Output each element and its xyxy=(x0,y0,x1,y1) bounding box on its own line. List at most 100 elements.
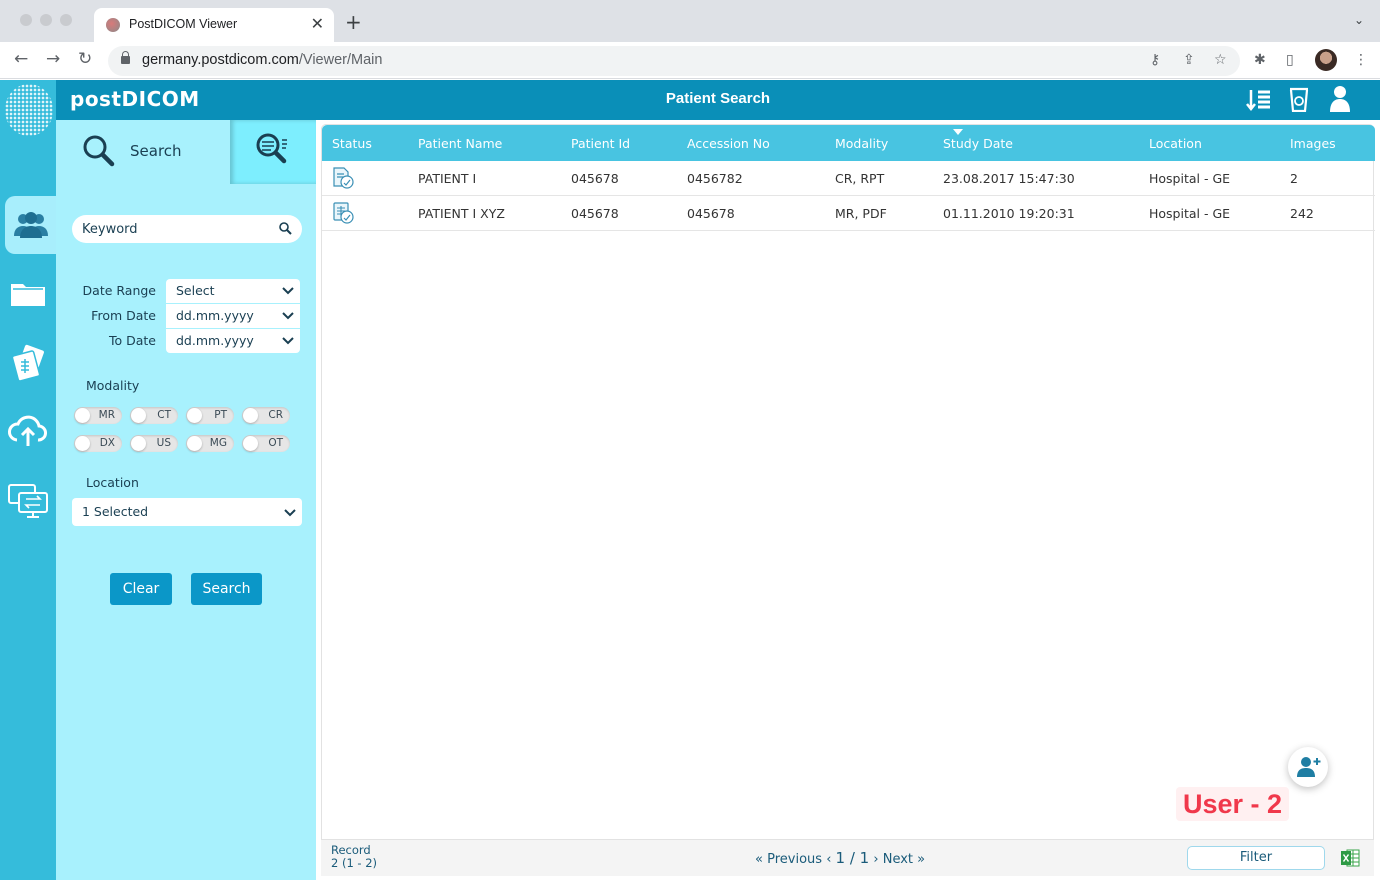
reload-icon[interactable]: ↻ xyxy=(78,50,92,68)
url-text[interactable]: germany.postdicom.com/Viewer/Main xyxy=(142,52,382,68)
cell-patient-id: 045678 xyxy=(571,206,619,221)
tab-search[interactable]: Search xyxy=(56,120,230,184)
back-icon[interactable]: ← xyxy=(14,50,28,68)
next-page-icon[interactable]: › xyxy=(873,852,878,867)
tab-search-chevron-icon[interactable]: ⌄ xyxy=(1354,13,1364,27)
browser-tab[interactable]: PostDICOM Viewer ✕ xyxy=(94,8,334,42)
profile-avatar[interactable] xyxy=(1315,49,1337,71)
modality-toggle-cr[interactable]: CR xyxy=(242,407,290,424)
rail-item-transfer[interactable] xyxy=(0,472,56,530)
tab-title: PostDICOM Viewer xyxy=(129,17,238,31)
recycle-bin-icon[interactable] xyxy=(1289,86,1309,116)
address-bar[interactable]: germany.postdicom.com/Viewer/Main ⚷ ⇪ ☆ xyxy=(108,46,1240,76)
column-header-status[interactable]: Status xyxy=(332,136,372,151)
xray-cards-icon xyxy=(11,344,44,382)
prev-page-icon[interactable]: ‹ xyxy=(826,852,831,867)
cell-patient-id: 045678 xyxy=(571,171,619,186)
table-footer: Record 2 (1 - 2) « Previous ‹ 1 / 1 › Ne… xyxy=(321,840,1374,876)
rail-item-studies[interactable] xyxy=(0,334,56,392)
browser-tabstrip: PostDICOM Viewer ✕ + ⌄ xyxy=(0,0,1380,42)
add-user-button[interactable] xyxy=(1288,747,1328,787)
chevron-down-icon xyxy=(282,287,294,295)
window-minimize-dot[interactable] xyxy=(40,14,52,26)
search-magnifier-icon xyxy=(83,135,115,167)
image-status-icon xyxy=(333,202,354,224)
rail-item-folders[interactable] xyxy=(0,264,56,322)
results-table: Status Patient Name Patient Id Accession… xyxy=(321,124,1375,840)
modality-toggle-pt[interactable]: PT xyxy=(186,407,234,424)
table-row[interactable]: PATIENT I 045678 0456782 CR, RPT 23.08.2… xyxy=(322,161,1375,196)
window-zoom-dot[interactable] xyxy=(60,14,72,26)
side-panel-icon[interactable]: ▯ xyxy=(1286,52,1294,68)
patients-icon xyxy=(13,212,48,238)
rail-item-upload[interactable] xyxy=(0,402,56,460)
modality-toggle-ot[interactable]: OT xyxy=(242,435,290,452)
column-header-patient-name[interactable]: Patient Name xyxy=(418,136,502,151)
page-indicator: 1 / 1 xyxy=(835,849,870,867)
to-date-label: To Date xyxy=(108,333,156,348)
modality-toggle-mg[interactable]: MG xyxy=(186,435,234,452)
search-button[interactable]: Search xyxy=(191,573,262,605)
rail-item-patients[interactable] xyxy=(5,196,56,254)
sort-list-icon[interactable] xyxy=(1246,88,1272,116)
password-key-icon[interactable]: ⚷ xyxy=(1150,52,1160,68)
table-row[interactable]: PATIENT I XYZ 045678 045678 MR, PDF 01.1… xyxy=(322,196,1375,231)
clear-button[interactable]: Clear xyxy=(110,573,172,605)
to-date-row: To Date dd.mm.yyyy xyxy=(56,329,316,353)
previous-page-link[interactable]: Previous xyxy=(767,852,822,867)
new-tab-icon[interactable]: + xyxy=(345,12,362,32)
cell-study-date: 23.08.2017 15:47:30 xyxy=(943,171,1075,186)
postdicom-app: postDICOM Patient Search Search Keyword … xyxy=(0,80,1380,880)
transfer-screens-icon xyxy=(8,484,48,518)
location-select[interactable]: 1 Selected xyxy=(72,498,302,526)
filter-button[interactable]: Filter xyxy=(1187,846,1325,870)
cell-accession-no: 0456782 xyxy=(687,171,743,186)
bookmark-star-icon[interactable]: ☆ xyxy=(1214,52,1227,68)
cell-modality: MR, PDF xyxy=(835,206,887,221)
extensions-icon[interactable]: ✱ xyxy=(1254,52,1266,68)
forward-icon[interactable]: → xyxy=(46,50,60,68)
keyword-input[interactable] xyxy=(82,220,272,238)
column-header-accession-no[interactable]: Accession No xyxy=(687,136,770,151)
excel-export-icon[interactable] xyxy=(1340,848,1360,868)
cell-images: 2 xyxy=(1290,171,1298,186)
from-date-picker[interactable]: dd.mm.yyyy xyxy=(166,304,300,328)
next-page-link[interactable]: Next xyxy=(883,852,913,867)
chevron-down-icon xyxy=(284,509,296,517)
modality-toggle-mr[interactable]: MR xyxy=(74,407,122,424)
to-date-picker[interactable]: dd.mm.yyyy xyxy=(166,329,300,353)
favicon-icon xyxy=(106,18,120,32)
modality-label: Modality xyxy=(86,378,140,393)
keyword-search-field[interactable] xyxy=(72,215,302,243)
column-header-patient-id[interactable]: Patient Id xyxy=(571,136,630,151)
folder-icon xyxy=(11,284,45,306)
last-page-icon[interactable]: » xyxy=(917,852,925,867)
browser-menu-icon[interactable]: ⋮ xyxy=(1354,52,1368,68)
tab-advanced-search[interactable] xyxy=(230,120,316,184)
share-icon[interactable]: ⇪ xyxy=(1183,52,1195,68)
modality-toggle-dx[interactable]: DX xyxy=(74,435,122,452)
column-header-location[interactable]: Location xyxy=(1149,136,1202,151)
cell-patient-name: PATIENT I XYZ xyxy=(418,206,505,221)
sort-descending-icon xyxy=(953,129,963,135)
column-header-images[interactable]: Images xyxy=(1290,136,1336,151)
chevron-down-icon xyxy=(282,337,294,345)
column-header-study-date[interactable]: Study Date xyxy=(943,136,1013,151)
close-tab-icon[interactable]: ✕ xyxy=(311,14,324,33)
add-user-icon xyxy=(1297,757,1321,777)
from-date-row: From Date dd.mm.yyyy xyxy=(56,304,316,328)
modality-toggle-us[interactable]: US xyxy=(130,435,178,452)
date-range-select[interactable]: Select xyxy=(166,279,300,303)
window-close-dot[interactable] xyxy=(20,14,32,26)
cell-images: 242 xyxy=(1290,206,1314,221)
user-account-icon[interactable] xyxy=(1329,85,1351,117)
search-panel: Search Date Range Select From Date dd.mm… xyxy=(56,120,316,880)
column-header-modality[interactable]: Modality xyxy=(835,136,888,151)
first-page-icon[interactable]: « xyxy=(755,852,763,867)
chevron-down-icon xyxy=(282,312,294,320)
modality-toggle-ct[interactable]: CT xyxy=(130,407,178,424)
cell-study-date: 01.11.2010 19:20:31 xyxy=(943,206,1075,221)
keyword-search-icon[interactable] xyxy=(278,221,292,235)
tab-search-label: Search xyxy=(130,142,182,160)
page-title: Patient Search xyxy=(665,90,771,107)
